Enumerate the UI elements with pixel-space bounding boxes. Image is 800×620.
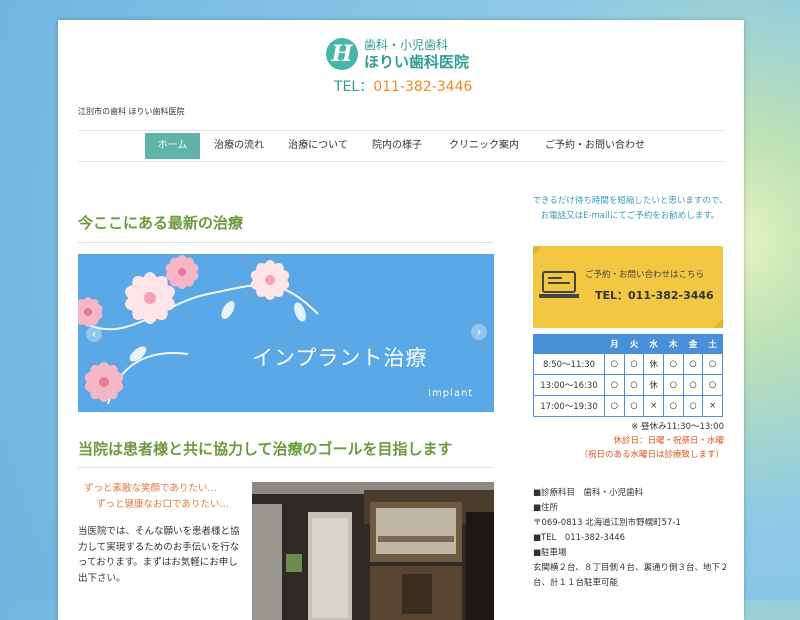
schedule-header-row: 月 火 水 木 金 土	[533, 334, 723, 354]
schedule-header-cell: 水	[643, 334, 664, 354]
nav-item-home[interactable]: ホーム	[145, 133, 200, 159]
schedule-cell: ○	[682, 374, 704, 396]
schedule-header-cell: 金	[682, 334, 704, 354]
catch-phrase-health: ずっと健康なお口でありたい…	[96, 499, 229, 510]
schedule-cell: ○	[682, 395, 704, 417]
schedule-header-cell: 月	[604, 334, 625, 354]
catch-phrase-smile: ずっと素敵な笑顔でありたい…	[84, 483, 217, 494]
schedule-time: 17:00〜19:30	[533, 395, 605, 417]
schedule-cell: 休	[643, 353, 664, 375]
schedule-header-cell	[533, 334, 605, 354]
schedule-cell: 休	[643, 374, 664, 396]
info-parking: 玄関横２台、８丁目側４台、裏通り側３台、地下２台、計１１台駐車可能	[533, 563, 729, 588]
header-phone[interactable]: TEL：011-382-3446	[334, 76, 472, 96]
clinic-interior-photo	[252, 482, 494, 620]
schedule-cell: ○	[662, 353, 684, 375]
logo-clinic-name: ほりい歯科医院	[364, 53, 470, 71]
section-divider	[78, 467, 494, 468]
phone-prefix: TEL：	[334, 79, 374, 95]
schedule-cell: ○	[604, 374, 625, 396]
banner-caption: ご予約・お問い合わせはこちら	[585, 270, 705, 280]
clinic-info: ■診療科目 歯科・小児歯科 ■住所 〒069-0813 北海道江別市野幌町57-…	[533, 486, 729, 591]
schedule-row: 13:00〜16:30 ○ ○ 休 ○ ○ ○	[533, 374, 723, 396]
intro-paragraph: 当医院では、そんな願いを患者様と協力して実現するためのお手伝いを行なっております…	[78, 526, 240, 584]
schedule-header-cell: 木	[662, 334, 684, 354]
schedule-header-cell: 火	[623, 334, 645, 354]
section-title-latest-treatment: 今ここにある最新の治療	[78, 214, 244, 232]
schedule-cell: ×	[702, 395, 723, 417]
nav-item-about-treatment[interactable]: 治療について	[280, 133, 356, 159]
section-divider	[78, 242, 494, 243]
schedule-cell: ○	[604, 353, 625, 375]
schedule-cell: ○	[682, 353, 704, 375]
info-phone[interactable]: ■TEL 011-382-3446	[533, 531, 729, 546]
nav-item-clinic-info[interactable]: クリニック案内	[440, 133, 528, 159]
info-department: ■診療科目 歯科・小児歯科	[533, 488, 644, 498]
laptop-icon	[539, 271, 579, 298]
hero-slider[interactable]: ‹ › インプラント治療 Implant	[78, 254, 494, 412]
logo-mark-icon: H	[326, 38, 358, 70]
schedule-cell: ×	[643, 395, 664, 417]
schedule-cell: ○	[623, 353, 645, 375]
closed-days-note: 休診日：日曜・祝祭日・水曜	[613, 436, 724, 446]
page-container: H 歯科・小児歯科 ほりい歯科医院 TEL：011-382-3446 江別市の歯…	[58, 20, 744, 620]
nav-item-treatment-flow[interactable]: 治療の流れ	[206, 133, 272, 159]
slider-prev-arrow-icon[interactable]: ‹	[86, 326, 102, 342]
schedule-row: 17:00〜19:30 ○ ○ × ○ ○ ×	[533, 395, 723, 417]
phone-number: 011-382-3446	[373, 79, 473, 95]
info-parking-label: ■駐車場	[533, 548, 567, 558]
slider-next-arrow-icon[interactable]: ›	[471, 324, 487, 340]
schedule-cell: ○	[702, 353, 723, 375]
nav-item-clinic-interior[interactable]: 院内の様子	[364, 133, 430, 159]
slide-subtitle: Implant	[428, 388, 474, 399]
reservation-intro: できるだけ待ち時間を短縮したいと思いますので、お電話又はE-mailにてご予約を…	[532, 196, 728, 221]
info-address: 〒069-0813 北海道江別市野幌町57-1	[533, 518, 681, 528]
office-hours-table: 月 火 水 木 金 土 8:50〜11:30 ○ ○ 休 ○ ○ ○ 13:00…	[533, 334, 723, 417]
clinic-logo[interactable]: H 歯科・小児歯科 ほりい歯科医院	[326, 36, 486, 76]
schedule-row: 8:50〜11:30 ○ ○ 休 ○ ○ ○	[533, 353, 723, 375]
schedule-cell: ○	[623, 395, 645, 417]
slide-title: インプラント治療	[252, 346, 428, 370]
contact-banner[interactable]: ご予約・お問い合わせはこちら TEL：011-382-3446	[533, 246, 723, 328]
schedule-time: 13:00〜16:30	[533, 374, 605, 396]
schedule-cell: ○	[604, 395, 625, 417]
info-address-label: ■住所	[533, 503, 559, 513]
schedule-cell: ○	[623, 374, 645, 396]
section-title-cooperation: 当院は患者様と共に協力して治療のゴールを目指します	[78, 440, 453, 458]
nav-item-contact[interactable]: ご予約・お問い合わせ	[536, 133, 654, 159]
schedule-cell: ○	[702, 374, 723, 396]
schedule-time: 8:50〜11:30	[533, 353, 605, 375]
schedule-header-cell: 土	[702, 334, 723, 354]
banner-phone: TEL：011-382-3446	[595, 289, 714, 302]
main-nav: ホーム 治療の流れ 治療について 院内の様子 クリニック案内 ご予約・お問い合わ…	[78, 130, 724, 162]
holiday-note: （祝日のある水曜日は診療致します）	[579, 450, 724, 460]
site-tagline: 江別市の歯科 ほりい歯科医院	[78, 107, 185, 116]
schedule-cell: ○	[662, 395, 684, 417]
schedule-cell: ○	[662, 374, 684, 396]
lunch-break-note: ※ 昼休み11:30〜13:00	[631, 422, 724, 432]
